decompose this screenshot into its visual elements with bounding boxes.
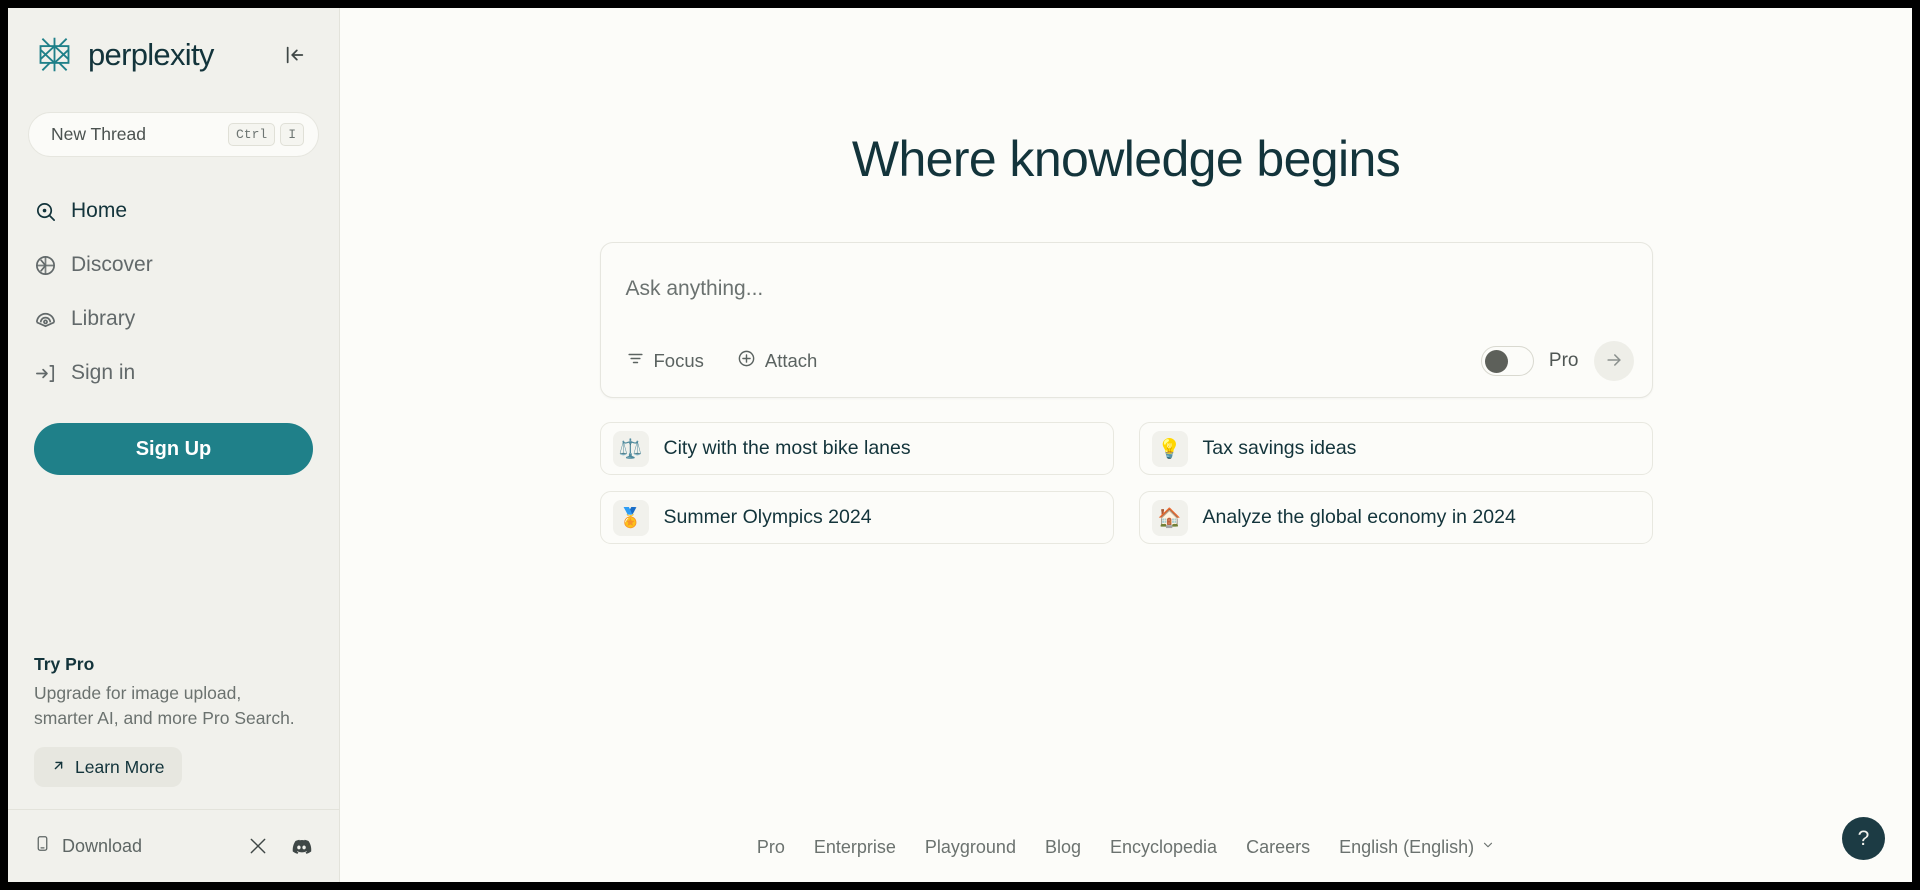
suggestion-label: Summer Olympics 2024 (664, 506, 872, 529)
ask-placeholder: Ask anything... (626, 277, 764, 300)
brand-name: perplexity (88, 39, 214, 70)
sidebar-item-label: Library (71, 307, 135, 331)
ask-input[interactable]: Ask anything... (601, 243, 1652, 325)
language-selector[interactable]: English (English) (1339, 837, 1495, 858)
suggestion-card[interactable]: 🏠 Analyze the global economy in 2024 (1139, 491, 1653, 544)
download-label: Download (62, 836, 142, 857)
library-icon (34, 308, 57, 331)
footer-link-pro[interactable]: Pro (757, 837, 785, 858)
sign-up-button[interactable]: Sign Up (34, 423, 313, 475)
focus-label: Focus (654, 350, 704, 372)
sidebar-header: perplexity (8, 8, 339, 75)
learn-more-label: Learn More (75, 757, 165, 778)
footer-link-blog[interactable]: Blog (1045, 837, 1081, 858)
app-window: perplexity New Thread Ctrl I (8, 8, 1912, 882)
perplexity-logo-icon (34, 34, 75, 75)
discord-icon[interactable] (290, 835, 313, 858)
sidebar-nav: Home Discover (8, 184, 339, 400)
globe-icon (34, 254, 57, 277)
focus-button[interactable]: Focus (615, 341, 715, 381)
sidebar-item-library[interactable]: Library (34, 292, 313, 346)
main-content: Where knowledge begins Ask anything... F… (340, 8, 1912, 882)
footer-link-enterprise[interactable]: Enterprise (814, 837, 896, 858)
sidebar-item-discover[interactable]: Discover (34, 238, 313, 292)
attach-label: Attach (765, 350, 817, 372)
help-button[interactable]: ? (1842, 817, 1885, 860)
pro-toggle[interactable] (1481, 346, 1534, 376)
sign-in-icon (34, 362, 57, 385)
pro-toggle-knob (1485, 350, 1508, 373)
submit-query-button[interactable] (1594, 341, 1634, 381)
sidebar-item-sign-in[interactable]: Sign in (34, 346, 313, 400)
suggestion-label: Tax savings ideas (1203, 437, 1357, 460)
brand-logo[interactable]: perplexity (34, 34, 214, 75)
sidebar-spacer (8, 475, 339, 654)
footer-link-encyclopedia[interactable]: Encyclopedia (1110, 837, 1217, 858)
sidebar-item-label: Discover (71, 253, 153, 277)
suggestion-cards: ⚖️ City with the most bike lanes 💡 Tax s… (600, 422, 1653, 544)
sidebar-item-home[interactable]: Home (34, 184, 313, 238)
home-search-icon (34, 200, 57, 223)
new-thread-button[interactable]: New Thread Ctrl I (28, 112, 319, 157)
chevron-down-icon (1481, 838, 1495, 857)
x-twitter-icon[interactable] (248, 836, 268, 856)
attach-plus-icon (737, 349, 756, 373)
suggestion-card[interactable]: 🏅 Summer Olympics 2024 (600, 491, 1114, 544)
try-pro-description: Upgrade for image upload, smarter AI, an… (34, 681, 302, 731)
suggestion-card[interactable]: 💡 Tax savings ideas (1139, 422, 1653, 475)
sidebar: perplexity New Thread Ctrl I (8, 8, 340, 882)
attach-button[interactable]: Attach (726, 341, 828, 381)
lightbulb-emoji-icon: 💡 (1152, 431, 1188, 467)
new-thread-label: New Thread (51, 124, 146, 145)
shortcut-key-ctrl: Ctrl (228, 123, 275, 146)
shortcut-key-i: I (280, 123, 304, 146)
page-title: Where knowledge begins (852, 134, 1400, 184)
new-thread-shortcut: Ctrl I (228, 123, 304, 146)
pro-toggle-label: Pro (1549, 350, 1579, 372)
collapse-sidebar-icon[interactable] (281, 41, 309, 69)
footer-links: Pro Enterprise Playground Blog Encyclope… (340, 837, 1912, 858)
arrow-right-icon (1604, 350, 1624, 373)
external-arrow-icon (51, 757, 66, 778)
suggestion-card[interactable]: ⚖️ City with the most bike lanes (600, 422, 1114, 475)
medal-emoji-icon: 🏅 (613, 500, 649, 536)
ask-box: Ask anything... Focus (600, 242, 1653, 398)
suggestion-label: City with the most bike lanes (664, 437, 911, 460)
sidebar-footer: Download (8, 810, 339, 882)
sidebar-item-label: Home (71, 199, 127, 223)
house-emoji-icon: 🏠 (1152, 500, 1188, 536)
try-pro-panel: Try Pro Upgrade for image upload, smarte… (8, 654, 339, 787)
download-button[interactable]: Download (34, 835, 142, 857)
social-links (248, 835, 313, 858)
footer-link-careers[interactable]: Careers (1246, 837, 1310, 858)
language-label: English (English) (1339, 837, 1474, 858)
suggestion-label: Analyze the global economy in 2024 (1203, 506, 1516, 529)
learn-more-button[interactable]: Learn More (34, 747, 182, 787)
focus-filter-icon (626, 349, 645, 373)
ask-toolbar: Focus Attach Pro (601, 325, 1652, 397)
try-pro-title: Try Pro (34, 654, 313, 675)
scales-emoji-icon: ⚖️ (613, 431, 649, 467)
mobile-phone-icon (34, 835, 51, 857)
sidebar-item-label: Sign in (71, 361, 135, 385)
footer-link-playground[interactable]: Playground (925, 837, 1016, 858)
